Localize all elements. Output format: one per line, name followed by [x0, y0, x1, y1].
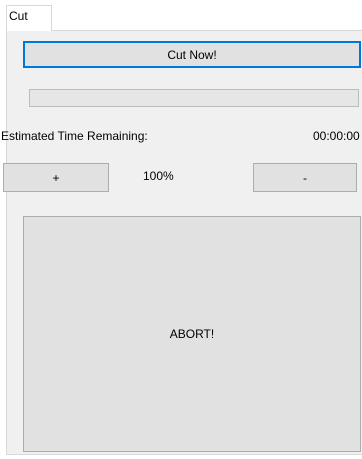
tab-cut[interactable]: Cut: [6, 5, 52, 31]
cut-panel: Cut Now! Estimated Time Remaining: 00:00…: [1, 30, 362, 455]
time-remaining-value: 00:00:00: [313, 129, 360, 143]
time-remaining-label: Estimated Time Remaining:: [1, 129, 148, 143]
cut-progress-bar: [29, 89, 359, 107]
cut-now-button[interactable]: Cut Now!: [23, 41, 361, 68]
cut-now-button-label: Cut Now!: [167, 47, 217, 62]
speed-plus-button[interactable]: +: [3, 163, 109, 192]
abort-button-label: ABORT!: [169, 327, 215, 341]
abort-button[interactable]: ABORT!: [23, 216, 361, 452]
speed-value: 100%: [143, 169, 174, 183]
tab-strip: Cut: [0, 0, 362, 31]
cut-window: Cut Cut Now! Estimated Time Remaining: 0…: [0, 0, 362, 459]
speed-minus-label: -: [303, 170, 307, 185]
speed-minus-button[interactable]: -: [253, 163, 357, 192]
tab-cut-label: Cut: [9, 9, 28, 23]
speed-plus-label: +: [52, 170, 60, 185]
